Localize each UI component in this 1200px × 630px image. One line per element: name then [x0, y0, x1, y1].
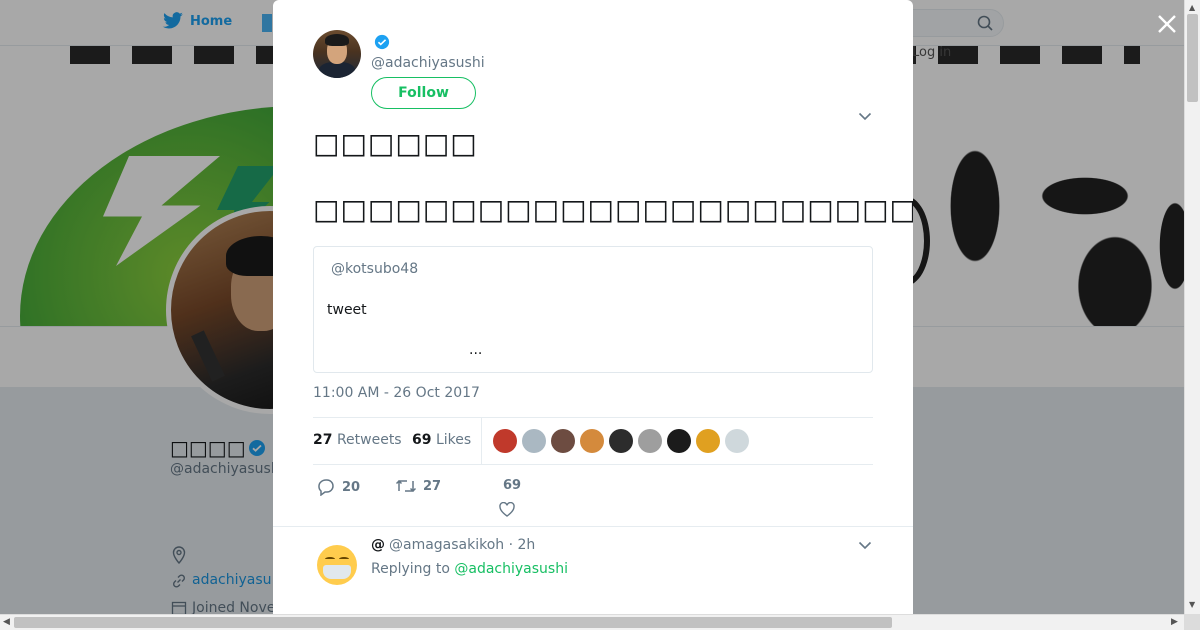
- liker-avatar[interactable]: [696, 429, 720, 453]
- liker-avatar[interactable]: [551, 429, 575, 453]
- scroll-left-icon[interactable]: ◀: [3, 617, 10, 627]
- horizontal-scrollbar[interactable]: ◀ ▶: [0, 614, 1184, 630]
- scroll-down-icon[interactable]: ▼: [1189, 600, 1195, 609]
- reply-author-name[interactable]: @: [371, 537, 385, 553]
- reply-icon: [318, 479, 334, 496]
- retweets-label: Retweets: [336, 432, 402, 448]
- reply-count: 20: [342, 479, 361, 495]
- liker-avatar[interactable]: [667, 429, 691, 453]
- likes-count: 69: [412, 432, 432, 448]
- scroll-up-icon[interactable]: ▲: [1189, 3, 1195, 12]
- replying-to: Replying to @adachiyasushi: [371, 561, 568, 577]
- likers-avatars: [493, 429, 749, 453]
- author-avatar[interactable]: [313, 30, 361, 78]
- tweet-stats: 27 Retweets 69 Likes: [313, 417, 873, 465]
- replying-to-prefix: Replying to: [371, 561, 450, 577]
- retweets-count: 27: [313, 432, 333, 448]
- liker-avatar[interactable]: [638, 429, 662, 453]
- quoted-handle[interactable]: @kotsubo48: [331, 261, 418, 277]
- chevron-down-icon[interactable]: [858, 111, 872, 121]
- close-icon[interactable]: [1155, 12, 1179, 36]
- liker-avatar[interactable]: [580, 429, 604, 453]
- retweet-icon: [395, 479, 417, 493]
- replying-to-handle[interactable]: @adachiyasushi: [454, 561, 568, 577]
- tweet-modal: @adachiyasushi Follow □□□□□□ □□□□□□□□□□□…: [273, 0, 913, 614]
- likes-stat[interactable]: 69 Likes: [412, 432, 471, 448]
- quoted-text: tweet: [327, 302, 367, 318]
- retweet-count: 27: [423, 478, 442, 494]
- scroll-right-icon[interactable]: ▶: [1171, 617, 1178, 627]
- liker-avatar[interactable]: [609, 429, 633, 453]
- scrollbar-corner: [1184, 614, 1200, 630]
- tweet-actions: 20 27 69: [313, 476, 873, 517]
- chevron-down-icon[interactable]: [858, 540, 872, 550]
- liker-avatar[interactable]: [725, 429, 749, 453]
- verified-icon: [374, 34, 390, 50]
- liker-avatar[interactable]: [493, 429, 517, 453]
- vertical-scroll-thumb[interactable]: [1187, 14, 1198, 102]
- reply-tweet[interactable]: @ @amagasakikoh · 2h Replying to @adachi…: [273, 526, 913, 614]
- heart-icon[interactable]: [499, 502, 515, 517]
- reply-author-avatar[interactable]: [317, 545, 357, 585]
- tweet-text-line2: □□□□□□□□□□□□□□□□□□□□□□□□□□□: [313, 192, 913, 226]
- vertical-scrollbar[interactable]: ▲ ▼: [1184, 0, 1200, 614]
- follow-button[interactable]: Follow: [371, 77, 476, 109]
- retweet-button[interactable]: 27: [395, 478, 441, 494]
- horizontal-scroll-thumb[interactable]: [14, 617, 892, 628]
- likes-label: Likes: [435, 432, 472, 448]
- reply-button[interactable]: 20: [316, 478, 360, 496]
- tweet-text-line1: □□□□□□: [313, 127, 478, 160]
- quoted-tweet[interactable]: @kotsubo48 tweet ...: [313, 246, 873, 373]
- author-handle[interactable]: @adachiyasushi: [371, 55, 485, 71]
- tweet-text-line2-text: □□□□□□□□□□□□□□□□□□□□□□□□□□□: [313, 192, 913, 226]
- stats-divider: [481, 418, 482, 465]
- quoted-ellipsis: ...: [469, 342, 483, 358]
- tweet-timestamp[interactable]: 11:00 AM - 26 Oct 2017: [313, 385, 480, 401]
- like-count[interactable]: 69: [503, 478, 521, 493]
- retweets-stat[interactable]: 27 Retweets: [313, 432, 402, 448]
- reply-author-handle[interactable]: @amagasakikoh · 2h: [389, 537, 535, 553]
- liker-avatar[interactable]: [522, 429, 546, 453]
